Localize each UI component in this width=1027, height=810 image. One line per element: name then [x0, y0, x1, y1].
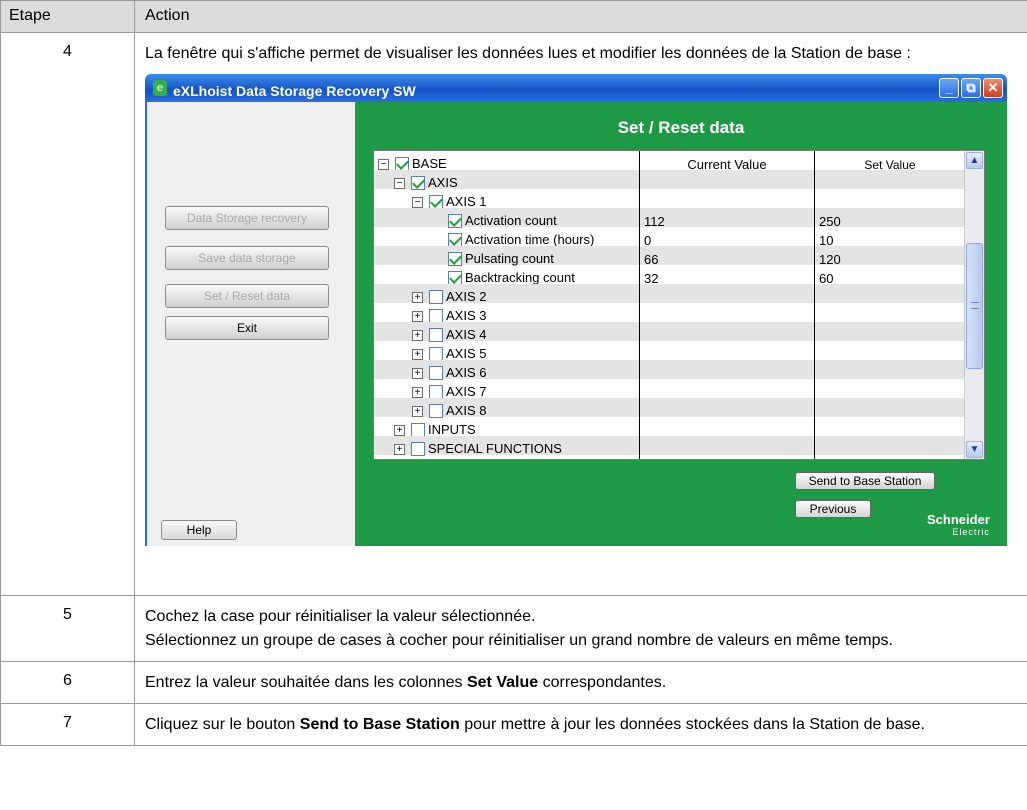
save-data-storage-button[interactable]: Save data storage [165, 246, 329, 270]
step-number: 6 [0, 661, 135, 704]
checkbox[interactable] [429, 290, 443, 304]
tree-row: Backtracking count 32 60 [374, 265, 966, 286]
grip-icon [971, 302, 979, 309]
column-divider [639, 151, 640, 459]
step-text: correspondantes. [538, 674, 667, 691]
scroll-up-icon[interactable]: ▲ [966, 152, 983, 169]
tree-row: + AXIS 5 [374, 341, 966, 361]
step-number: 5 [0, 595, 135, 662]
tree-row: + INPUTS [374, 417, 966, 437]
step-row-4: 4 La fenêtre qui s'affiche permet de vis… [0, 32, 1027, 596]
tree-node[interactable]: + SPECIAL FUNCTIONS [394, 437, 562, 459]
checkbox[interactable] [448, 214, 462, 228]
step-action: Entrez la valeur souhaitée dans les colo… [134, 661, 1027, 704]
step-number: 4 [0, 32, 135, 596]
step-number: 7 [0, 703, 135, 746]
step-row-5: 5 Cochez la case pour réinitialiser la v… [0, 595, 1027, 662]
app-icon: e [153, 80, 167, 96]
tree-row: + AXIS 2 [374, 284, 966, 304]
send-to-base-station-button[interactable]: Send to Base Station [795, 472, 935, 490]
checkbox[interactable] [429, 366, 443, 380]
expand-icon[interactable]: + [412, 291, 423, 303]
checkbox[interactable] [429, 309, 443, 323]
panel-title: Set / Reset data [617, 118, 745, 137]
tree-label: SPECIAL FUNCTIONS [428, 441, 562, 456]
checkbox[interactable] [429, 195, 443, 209]
tree-row: Pulsating count 66 120 [374, 246, 966, 267]
tree-row: − BASE Current Value Set Value [374, 151, 966, 172]
previous-button[interactable]: Previous [795, 500, 871, 518]
tree-row: Activation time (hours) 0 10 [374, 227, 966, 248]
column-divider [814, 151, 815, 459]
expand-icon[interactable]: + [412, 348, 423, 360]
tree-row: + SPECIAL FUNCTIONS [374, 436, 966, 456]
expand-icon[interactable]: + [412, 367, 423, 379]
step-text-bold: Send to Base Station [299, 716, 460, 733]
step-text-bold: Set Value [466, 674, 539, 691]
step-text: La fenêtre qui s'affiche permet de visua… [145, 45, 911, 62]
checkbox[interactable] [448, 271, 462, 285]
left-panel: Data Storage recovery Save data storage … [145, 102, 355, 546]
checkbox[interactable] [411, 176, 425, 190]
tree-row: + AXIS 4 [374, 322, 966, 342]
step-row-7: 7 Cliquez sur le bouton Send to Base Sta… [0, 703, 1027, 746]
checkbox[interactable] [448, 233, 462, 247]
app-window: e eXLhoist Data Storage Recovery SW _ ⧉ … [145, 74, 1007, 546]
exit-button[interactable]: Exit [165, 316, 329, 340]
checkbox[interactable] [448, 252, 462, 266]
logo-name: Schneider [927, 512, 990, 527]
collapse-icon[interactable]: − [378, 158, 389, 170]
minimize-button[interactable]: _ [939, 78, 959, 98]
procedure-table: Etape Action 4 La fenêtre qui s'affiche … [0, 0, 1027, 746]
set-reset-data-button[interactable]: Set / Reset data [165, 284, 329, 308]
title-bar: e eXLhoist Data Storage Recovery SW _ ⧉ … [145, 74, 1007, 102]
data-storage-recovery-button[interactable]: Data Storage recovery [165, 206, 329, 230]
checkbox[interactable] [395, 157, 409, 171]
restore-button[interactable]: ⧉ [961, 78, 981, 98]
tree-row: Activation count 112 250 [374, 208, 966, 229]
step-text: pour mettre à jour les données stockées … [459, 716, 925, 733]
expand-icon[interactable]: + [412, 405, 423, 417]
checkbox[interactable] [429, 385, 443, 399]
schneider-logo: Schneider Electric [927, 512, 990, 538]
tree-row: − AXIS 1 [374, 189, 966, 209]
tree-row: − AXIS [374, 170, 966, 190]
action-column-header: Action [134, 0, 1027, 33]
tree-row: + AXIS 6 [374, 360, 966, 380]
step-text-line: Cochez la case pour réinitialiser la val… [145, 608, 536, 625]
collapse-icon[interactable]: − [394, 177, 405, 189]
checkbox[interactable] [429, 404, 443, 418]
scroll-down-icon[interactable]: ▼ [966, 441, 983, 458]
expand-icon[interactable]: + [394, 424, 405, 436]
checkbox[interactable] [429, 347, 443, 361]
data-tree-grid: − BASE Current Value Set Value − AXIS − … [373, 150, 985, 460]
step-text: Entrez la valeur souhaitée dans les colo… [145, 674, 467, 691]
logo-sub: Electric [952, 527, 990, 537]
step-action: Cochez la case pour réinitialiser la val… [134, 595, 1027, 662]
expand-icon[interactable]: + [412, 386, 423, 398]
help-button[interactable]: Help [161, 520, 237, 540]
tree-row: + AXIS 8 [374, 398, 966, 418]
step-text: Cliquez sur le bouton [145, 716, 300, 733]
window-title: eXLhoist Data Storage Recovery SW [173, 83, 416, 99]
checkbox[interactable] [429, 328, 443, 342]
step-column-header: Etape [0, 0, 135, 33]
close-button[interactable]: ✕ [983, 78, 1003, 98]
tree-row: + AXIS 7 [374, 379, 966, 399]
table-header-row: Etape Action [0, 0, 1027, 33]
step-row-6: 6 Entrez la valeur souhaitée dans les co… [0, 661, 1027, 704]
step-action: Cliquez sur le bouton Send to Base Stati… [134, 703, 1027, 746]
tree-row: + AXIS 3 [374, 303, 966, 323]
set-reset-panel: Set / Reset data − BASE Current Value Se… [355, 102, 1007, 546]
step-text-line: Sélectionnez un groupe de cases à cocher… [145, 632, 893, 649]
step-action: La fenêtre qui s'affiche permet de visua… [134, 32, 1027, 596]
collapse-icon[interactable]: − [412, 196, 423, 208]
expand-icon[interactable]: + [412, 329, 423, 341]
expand-icon[interactable]: + [394, 443, 405, 455]
expand-icon[interactable]: + [412, 310, 423, 322]
scroll-thumb[interactable] [966, 243, 983, 369]
vertical-scrollbar[interactable]: ▲ ▼ [964, 151, 984, 459]
checkbox[interactable] [411, 423, 425, 437]
checkbox[interactable] [411, 442, 425, 456]
